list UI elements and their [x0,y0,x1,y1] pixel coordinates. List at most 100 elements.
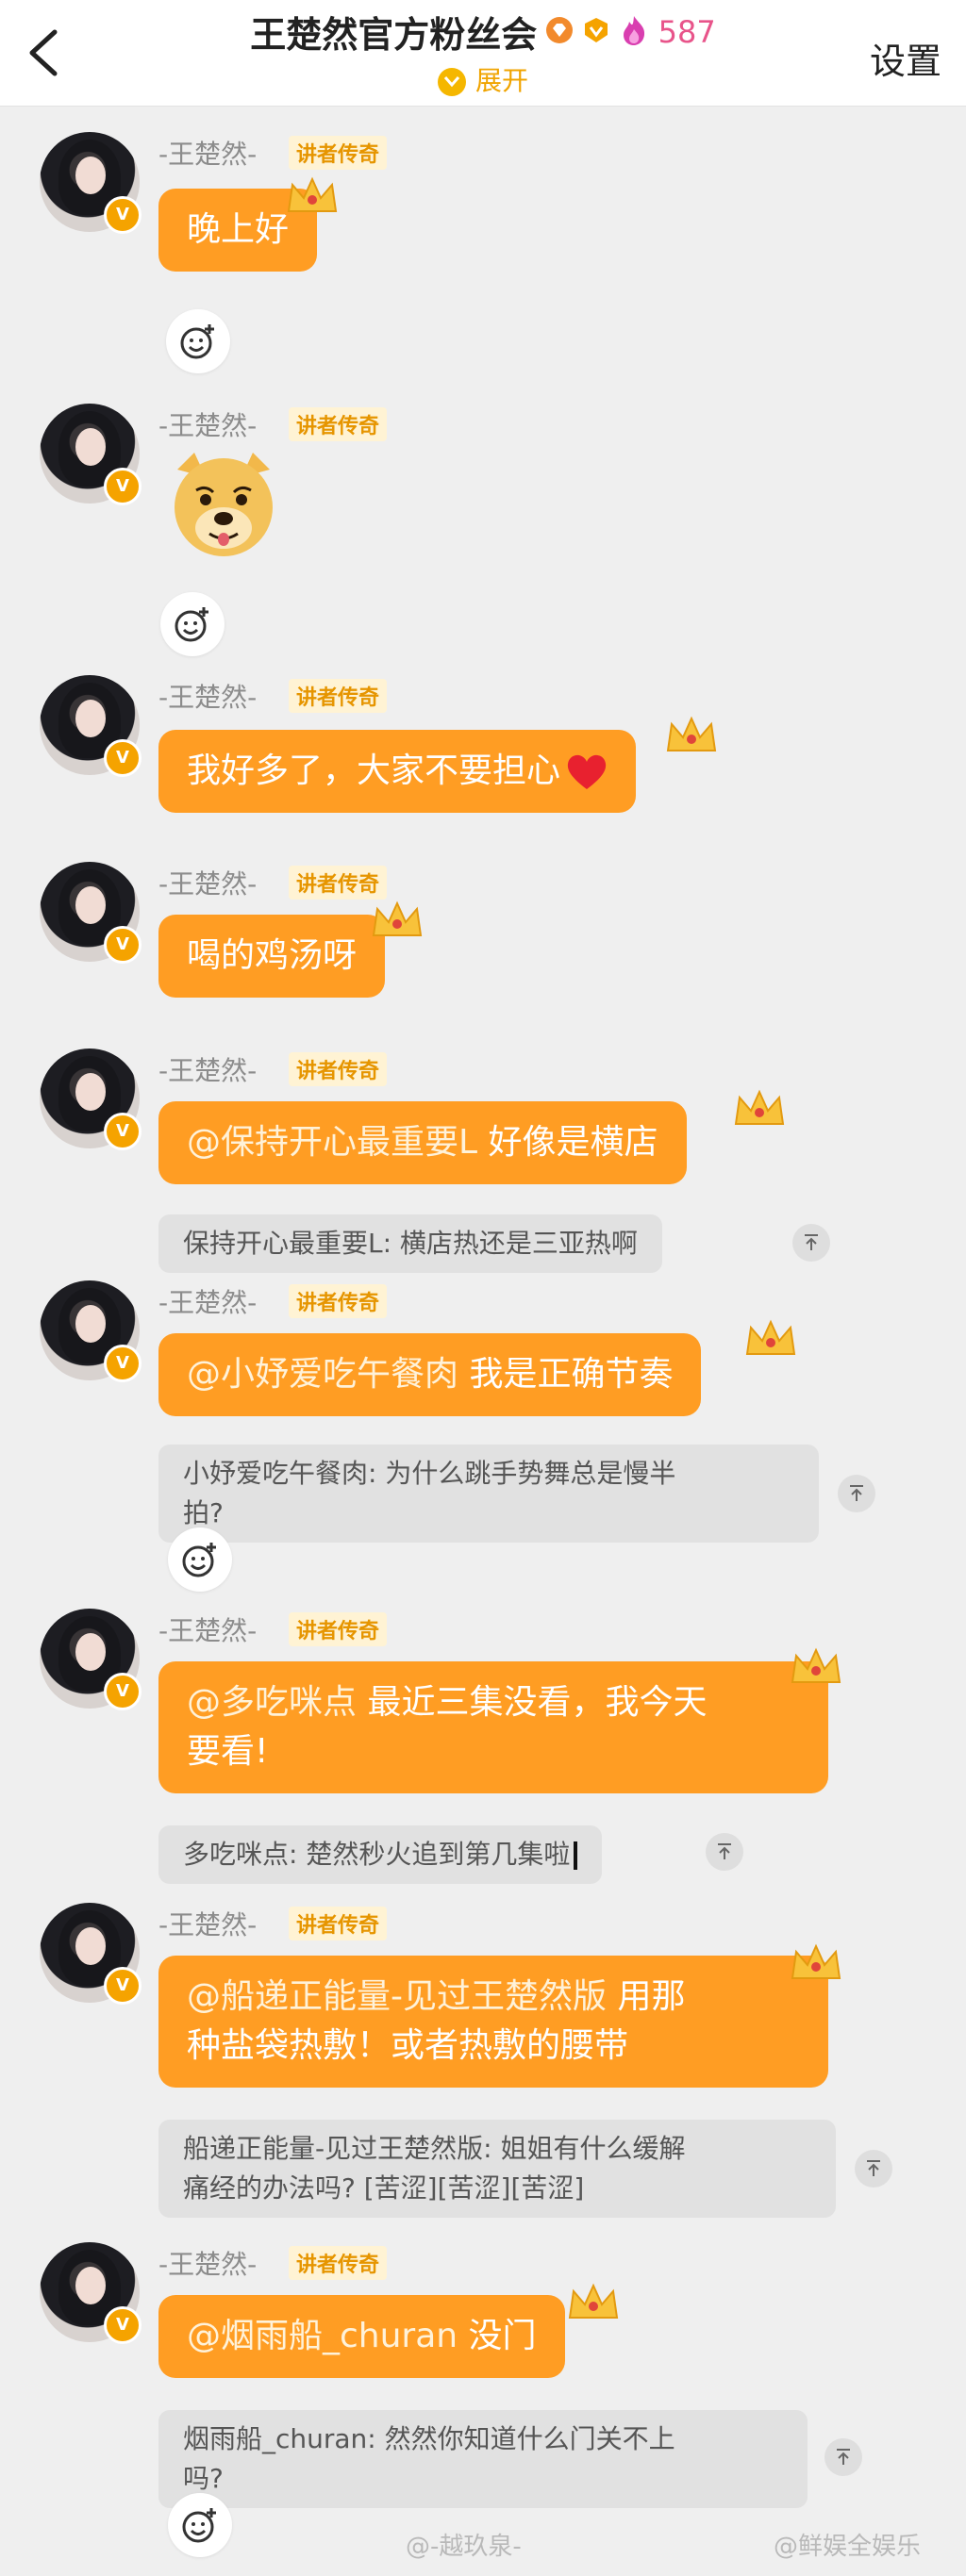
sender-tag: 讲者传奇 [289,2246,388,2280]
mention-link[interactable]: @烟雨船_churan [187,2317,458,2355]
quote-text: 烟雨船_churan: 然然你知道什么门关不上 [183,2423,675,2454]
message-text: 没门 [458,2317,537,2355]
doge-face-icon[interactable] [168,449,279,560]
crown-icon [568,2283,619,2319]
verified-badge-icon: V [104,926,142,964]
group-title: 王楚然官方粉丝会 [250,14,538,56]
crown-icon [287,176,338,212]
verified-badge-icon: V [104,468,142,505]
sender-name: -王楚然- [158,1055,258,1086]
sender-tag: 讲者传奇 [289,136,388,170]
quoted-message[interactable]: 小妤爱吃午餐肉: 为什么跳手势舞总是慢半 拍? [158,1445,819,1543]
message-text: 用那 [607,1977,686,2016]
quote-text: 小妤爱吃午餐肉: 为什么跳手势舞总是慢半 [183,1458,676,1489]
sender-tag: 讲者传奇 [289,1052,388,1086]
emoji-add-icon [182,2508,216,2543]
react-button[interactable] [166,309,230,373]
quote-text: 痛经的办法吗? [苦涩][苦涩][苦涩] [183,2172,585,2204]
sender-tag: 讲者传奇 [289,1284,388,1318]
avatar[interactable]: V [40,132,142,234]
message-text: 要看! [187,1732,269,1771]
message-text: 好像是横店 [477,1123,658,1162]
emoji-add-icon [175,607,208,642]
avatar[interactable]: V [40,862,142,964]
avatar[interactable]: V [40,1049,142,1150]
quote-text: 保持开心最重要L: 横店热还是三亚热啊 [183,1228,638,1259]
react-button[interactable] [168,2493,232,2557]
pin-top-button[interactable] [792,1224,830,1262]
avatar[interactable]: V [40,404,142,505]
sender-tag: 讲者传奇 [289,1612,388,1646]
message-bubble[interactable]: @小妤爱吃午餐肉 我是正确节奏 [158,1333,702,1416]
expand-label: 展开 [475,65,528,96]
react-button[interactable] [160,592,225,656]
arrow-up-icon [867,2160,880,2176]
message-text: 喝的鸡汤呀 [187,936,358,975]
mention-link[interactable]: @保持开心最重要L [187,1123,477,1162]
mention-link[interactable]: @船递正能量-见过王楚然版 [187,1977,607,2016]
verified-badge-icon: V [104,1345,142,1382]
quote-text: 拍? [183,1497,224,1528]
expand-button[interactable]: 展开 [0,60,966,98]
message-text: 晚上好 [187,210,290,249]
pin-top-button[interactable] [838,1475,875,1512]
quoted-message[interactable]: 烟雨船_churan: 然然你知道什么门关不上 吗? [158,2410,808,2508]
avatar[interactable]: V [40,675,142,777]
flame-icon [620,14,648,50]
avatar[interactable]: V [40,1280,142,1382]
arrow-up-icon [837,2449,850,2465]
emoji-add-icon [182,1543,216,1577]
pin-top-button[interactable] [706,1833,743,1871]
crown-icon [372,900,423,936]
verified-badge-icon: V [104,2306,142,2344]
arrow-up-icon [718,1843,731,1859]
message-text: 最近三集没看，我今天 [357,1683,708,1722]
sender-name: -王楚然- [158,139,258,170]
sender-tag: 讲者传奇 [289,679,388,713]
crown-icon [745,1319,796,1355]
diamond-badge-icon [545,16,574,48]
pin-top-button[interactable] [855,2150,892,2188]
avatar[interactable]: V [40,1903,142,2005]
sender-name: -王楚然- [158,410,258,441]
sender-tag: 讲者传奇 [289,1907,388,1940]
quoted-message[interactable]: 多吃咪点: 楚然秒火追到第几集啦 [158,1825,603,1884]
fans-count: 587 [658,13,716,50]
verified-badge-icon: V [104,196,142,234]
sender-name: -王楚然- [158,868,258,900]
message-bubble[interactable]: @船递正能量-见过王楚然版 用那种盐袋热敷！或者热敷的腰带 [158,1956,828,2088]
sender-name: -王楚然- [158,682,258,713]
message-bubble[interactable]: 我好多了，大家不要担心 [158,730,637,813]
message-bubble[interactable]: @保持开心最重要L 好像是横店 [158,1101,687,1184]
message-text: 我是正确节奏 [458,1355,674,1394]
message-bubble[interactable]: 喝的鸡汤呀 [158,915,386,998]
react-button[interactable] [168,1527,232,1592]
message-text: 种盐袋热敷！或者热敷的腰带 [187,2026,629,2065]
quoted-message[interactable]: 保持开心最重要L: 横店热还是三亚热啊 [158,1214,662,1273]
settings-button[interactable]: 设置 [870,32,941,84]
v-badge-icon [582,16,610,48]
chat-header: 王楚然官方粉丝会 587 展开 设置 [0,0,966,107]
sender-name: -王楚然- [158,1909,258,1940]
verified-badge-icon: V [104,739,142,777]
quoted-message[interactable]: 船递正能量-见过王楚然版: 姐姐有什么缓解 痛经的办法吗? [苦涩][苦涩][苦涩… [158,2120,836,2218]
avatar[interactable]: V [40,1609,142,1710]
quote-text: 吗? [183,2463,224,2494]
arrow-up-icon [805,1234,818,1250]
crown-icon [791,1943,841,1979]
title-row: 王楚然官方粉丝会 587 [0,6,966,58]
mention-link[interactable]: @小妤爱吃午餐肉 [187,1355,458,1394]
sender-tag: 讲者传奇 [289,407,388,441]
sender-name: -王楚然- [158,2249,258,2280]
pin-top-button[interactable] [824,2438,862,2476]
chevron-down-icon [437,68,466,96]
message-bubble[interactable]: @多吃咪点 最近三集没看，我今天要看! [158,1661,828,1793]
arrow-up-icon [850,1485,863,1501]
text-cursor [574,1841,578,1870]
message-bubble[interactable]: @烟雨船_churan 没门 [158,2295,565,2378]
quote-text: 多吃咪点: 楚然秒火追到第几集啦 [183,1839,571,1870]
mention-link[interactable]: @多吃咪点 [187,1683,357,1722]
crown-icon [791,1647,841,1683]
avatar[interactable]: V [40,2242,142,2344]
verified-badge-icon: V [104,1113,142,1150]
